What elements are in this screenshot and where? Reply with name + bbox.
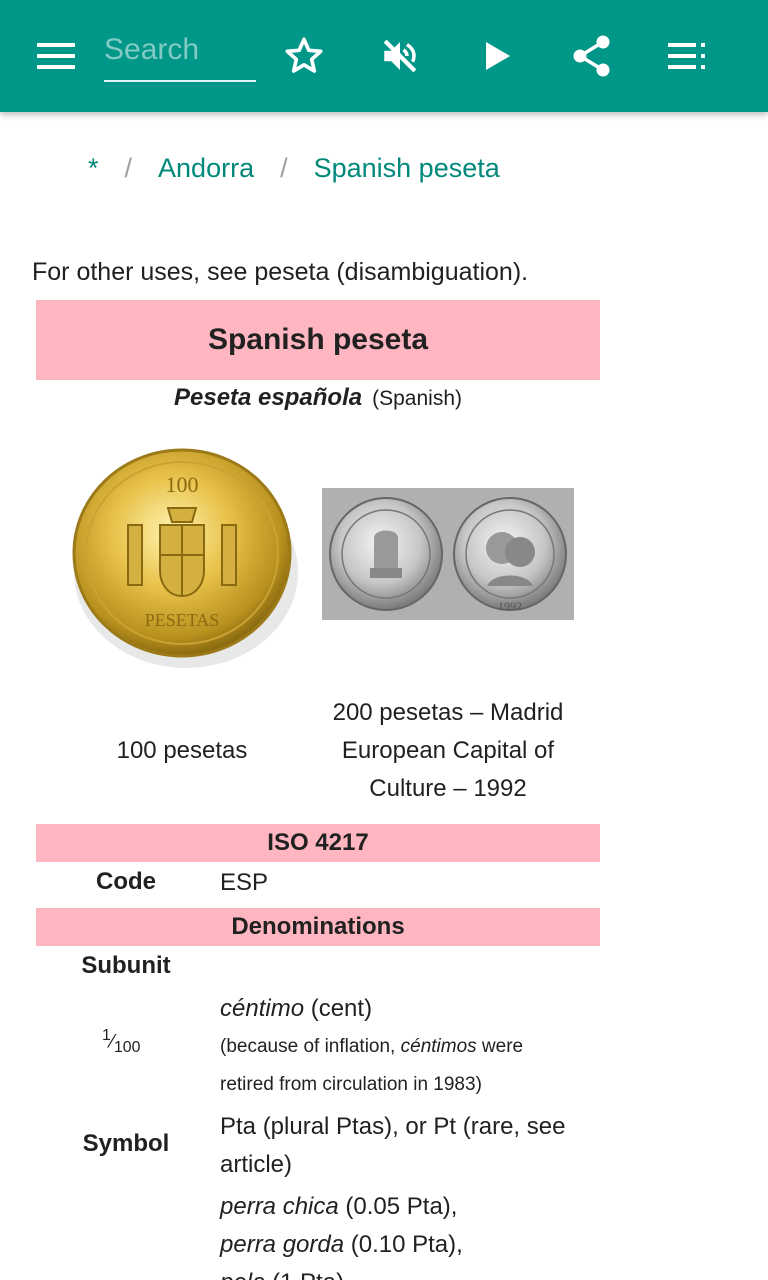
coin-image-200-pesetas[interactable]: 1992: [322, 488, 574, 620]
subunit-value: céntimo (cent) (because of inflation, cé…: [220, 990, 600, 1104]
volume-off-icon[interactable]: [374, 30, 426, 82]
subunit-note-em: céntimos: [400, 1036, 477, 1057]
symbol-label: Symbol: [82, 1130, 170, 1157]
nickname-perra-gorda[interactable]: perra gorda: [220, 1231, 344, 1258]
subunit-label: Subunit: [81, 952, 171, 979]
breadcrumb-item-andorra[interactable]: Andorra: [158, 153, 254, 184]
coin2-year: 1992: [498, 599, 522, 613]
nickname-line: perra gorda (0.10 Pta),: [220, 1226, 600, 1264]
star-outline-icon[interactable]: [278, 30, 330, 82]
search-input[interactable]: [104, 24, 256, 76]
nickname-value: (1 Pta): [265, 1269, 344, 1280]
subunit-name-rest: (cent): [304, 995, 373, 1022]
nickname-pela[interactable]: pela: [220, 1269, 265, 1280]
nickname-line: pela (1 Pta): [220, 1264, 600, 1280]
symbol-value: Pta (plural Ptas), or Pt (rare, see arti…: [220, 1108, 600, 1184]
nickname-perra-chica[interactable]: perra chica: [220, 1193, 339, 1220]
breadcrumb-separator: /: [124, 152, 133, 183]
subunit-note-line2: retired from circulation in 1983): [220, 1074, 482, 1095]
code-label: Code: [96, 868, 156, 895]
coin2-caption-line: 200 pesetas – Madrid: [332, 699, 564, 726]
nickname-line: perra chica (0.05 Pta),: [220, 1188, 600, 1226]
nickname-value: (0.05 Pta),: [338, 1193, 458, 1220]
breadcrumb-separator: /: [280, 152, 288, 183]
coin1-text-pesetas: PESETAS: [145, 610, 220, 630]
nickname-value: (0.10 Pta),: [344, 1231, 463, 1258]
list-icon[interactable]: [662, 30, 714, 82]
symbol-value-line: article): [220, 1151, 293, 1178]
app-toolbar: [0, 0, 768, 112]
native-name-line: Peseta española (Spanish): [36, 380, 600, 416]
subunit-note-pre: (because of inflation,: [220, 1036, 401, 1057]
coin1-text-100: 100: [166, 472, 199, 497]
infobox: Spanish peseta Peseta española (Spanish): [36, 300, 600, 1280]
fraction-numerator: 1: [102, 1027, 111, 1044]
hatnote[interactable]: For other uses, see peseta (disambiguati…: [32, 258, 528, 287]
coin2-caption-line: Culture – 1992: [369, 775, 527, 802]
breadcrumb-root[interactable]: *: [88, 153, 99, 184]
subunit-name[interactable]: céntimo: [220, 995, 304, 1022]
nicknames-value: perra chica (0.05 Pta), perra gorda (0.1…: [220, 1188, 600, 1280]
coin-image-100-pesetas[interactable]: 100 PESETAS: [56, 430, 310, 680]
infobox-title: Spanish peseta: [36, 300, 600, 380]
menu-icon[interactable]: [30, 30, 82, 82]
breadcrumb: * / Andorra / Spanish peseta: [88, 148, 500, 188]
symbol-value-line: Pta (plural Ptas), or Pt (rare, see: [220, 1113, 566, 1140]
iso-4217-header: ISO 4217: [36, 824, 600, 862]
subunit-note-line: (because of inflation, céntimos were: [220, 1028, 600, 1066]
breadcrumb-item-spanish-peseta[interactable]: Spanish peseta: [314, 153, 500, 184]
subunit-fraction: 1⁄100: [102, 1027, 140, 1057]
native-name: Peseta española: [174, 384, 363, 411]
native-language: (Spanish): [372, 387, 462, 410]
fraction-denominator: 100: [114, 1039, 141, 1057]
code-value: ESP: [220, 869, 269, 896]
coin1-caption: 100 pesetas: [116, 737, 248, 764]
share-icon[interactable]: [566, 30, 618, 82]
subunit-name-line: céntimo (cent): [220, 990, 600, 1028]
coin2-caption: 200 pesetas – Madrid European Capital of…: [310, 694, 586, 808]
denominations-header: Denominations: [36, 908, 600, 946]
play-icon[interactable]: [472, 30, 524, 82]
search-field[interactable]: [104, 24, 256, 82]
coin2-caption-line: European Capital of: [341, 737, 555, 764]
subunit-note-post: were: [476, 1036, 524, 1057]
